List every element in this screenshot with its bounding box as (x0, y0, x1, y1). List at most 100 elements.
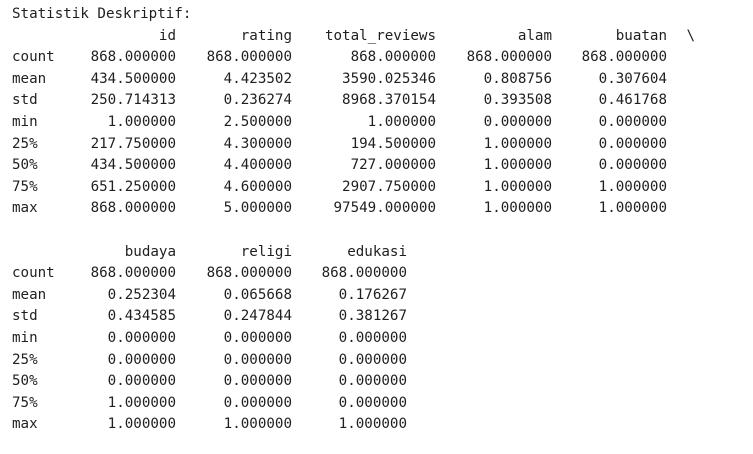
column-header: religi (240, 243, 292, 260)
table-cell: 250.714313 (90, 92, 176, 109)
table-cell: 0.000000 (483, 113, 552, 130)
index-header-blank (12, 242, 62, 264)
row-label: 25% (12, 135, 38, 152)
table-cell: 0.393508 (483, 92, 552, 109)
header-row: id rating total_reviews alam buatan \ (12, 26, 753, 48)
table-row: count 868.000000 868.000000 868.000000 868.0… (12, 47, 753, 69)
table-cell: 217.750000 (90, 135, 176, 152)
table-cell: 0.307604 (598, 70, 667, 87)
table-cell: 868.000000 (90, 200, 176, 217)
row-label: 75% (12, 178, 38, 195)
table-cell: 1.000000 (338, 416, 407, 433)
row-label: count (12, 265, 55, 282)
output-heading: Statistik Deskriptif: (12, 6, 192, 22)
table-cell: 2907.750000 (342, 178, 436, 195)
table-row: 50% 0.000000 0.000000 0.000000 (12, 371, 753, 393)
table-cell: 1.000000 (107, 113, 176, 130)
table-cell: 4.423502 (223, 70, 292, 87)
table-cell: 868.000000 (90, 49, 176, 66)
column-header: rating (240, 27, 292, 44)
table-cell: 868.000000 (206, 49, 292, 66)
column-header: id (158, 27, 176, 44)
table-cell: 1.000000 (483, 157, 552, 174)
table-cell: 868.000000 (466, 49, 552, 66)
table-cell: 0.000000 (107, 329, 176, 346)
table-cell: 1.000000 (483, 135, 552, 152)
row-label: min (12, 113, 38, 130)
table-row: min 0.000000 0.000000 0.000000 (12, 328, 753, 350)
table-cell: 0.000000 (338, 351, 407, 368)
line-continuation-marker: \ (686, 27, 695, 44)
table-cell: 1.000000 (223, 416, 292, 433)
row-label: mean (12, 286, 47, 303)
row-label: std (12, 92, 38, 109)
table-row: std 250.714313 0.236274 8968.370154 0.393508… (12, 90, 753, 112)
table-row: mean 0.252304 0.065668 0.176267 (12, 285, 753, 307)
table-cell: 0.247844 (223, 308, 292, 325)
console-output: Statistik Deskriptif: id rating total_revi… (0, 0, 753, 454)
table-cell: 0.434585 (107, 308, 176, 325)
table-row: 25% 217.750000 4.300000 194.500000 1.000000 0… (12, 134, 753, 156)
row-label: 25% (12, 351, 38, 368)
table-row: 50% 434.500000 4.400000 727.000000 1.000000 0… (12, 155, 753, 177)
table-cell: 1.000000 (107, 394, 176, 411)
table-cell: 1.000000 (483, 178, 552, 195)
table-cell: 868.000000 (206, 265, 292, 282)
table-cell: 8968.370154 (342, 92, 436, 109)
column-header: total_reviews (324, 27, 436, 44)
row-label: 50% (12, 157, 38, 174)
table-row: min 1.000000 2.500000 1.000000 0.000000 0.000… (12, 112, 753, 134)
table-row: 75% 1.000000 0.000000 0.000000 (12, 393, 753, 415)
table-cell: 0.000000 (107, 351, 176, 368)
table-cell: 868.000000 (581, 49, 667, 66)
column-header: edukasi (347, 243, 407, 260)
table-cell: 1.000000 (107, 416, 176, 433)
table-cell: 0.000000 (598, 157, 667, 174)
table-cell: 868.000000 (90, 265, 176, 282)
table-cell: 651.250000 (90, 178, 176, 195)
table-cell: 0.808756 (483, 70, 552, 87)
table-cell: 434.500000 (90, 70, 176, 87)
table-row: 25% 0.000000 0.000000 0.000000 (12, 350, 753, 372)
column-header: buatan (615, 27, 667, 44)
row-label: std (12, 308, 38, 325)
table-row: max 868.000000 5.000000 97549.000000 1.00000… (12, 198, 753, 220)
table-row: mean 434.500000 4.423502 3590.025346 0.80875… (12, 69, 753, 91)
row-label: 50% (12, 373, 38, 390)
table-row: max 1.000000 1.000000 1.000000 (12, 414, 753, 436)
table-cell: 1.000000 (483, 200, 552, 217)
table-separator (12, 220, 753, 242)
table-cell: 97549.000000 (333, 200, 437, 217)
header-row: budaya religi edukasi (12, 242, 753, 264)
table-cell: 868.000000 (321, 265, 407, 282)
table-cell: 0.000000 (223, 373, 292, 390)
table-cell: 4.600000 (223, 178, 292, 195)
row-label: max (12, 200, 38, 217)
table-cell: 0.461768 (598, 92, 667, 109)
table-cell: 0.000000 (338, 394, 407, 411)
table-cell: 0.000000 (223, 329, 292, 346)
table-row: count 868.000000 868.000000 868.000000 (12, 263, 753, 285)
table-cell: 0.000000 (338, 373, 407, 390)
table-cell: 4.400000 (223, 157, 292, 174)
table-cell: 0.236274 (223, 92, 292, 109)
table-cell: 0.000000 (223, 394, 292, 411)
table-cell: 2.500000 (223, 113, 292, 130)
table-cell: 434.500000 (90, 157, 176, 174)
table-row: std 0.434585 0.247844 0.381267 (12, 306, 753, 328)
table-cell: 3590.025346 (342, 70, 436, 87)
row-label: max (12, 416, 38, 433)
row-label: mean (12, 70, 47, 87)
table-cell: 194.500000 (350, 135, 436, 152)
table-cell: 0.000000 (107, 373, 176, 390)
table-cell: 0.000000 (598, 135, 667, 152)
table-cell: 0.381267 (338, 308, 407, 325)
row-label: count (12, 49, 55, 66)
table-cell: 0.065668 (223, 286, 292, 303)
stats-table-2: budaya religi edukasi count 868.000000 868.00… (12, 242, 753, 436)
index-header-blank (12, 26, 62, 48)
stats-table-1: id rating total_reviews alam buatan \ count 868… (12, 26, 753, 220)
column-header: alam (517, 27, 552, 44)
table-cell: 4.300000 (223, 135, 292, 152)
table-cell: 0.252304 (107, 286, 176, 303)
